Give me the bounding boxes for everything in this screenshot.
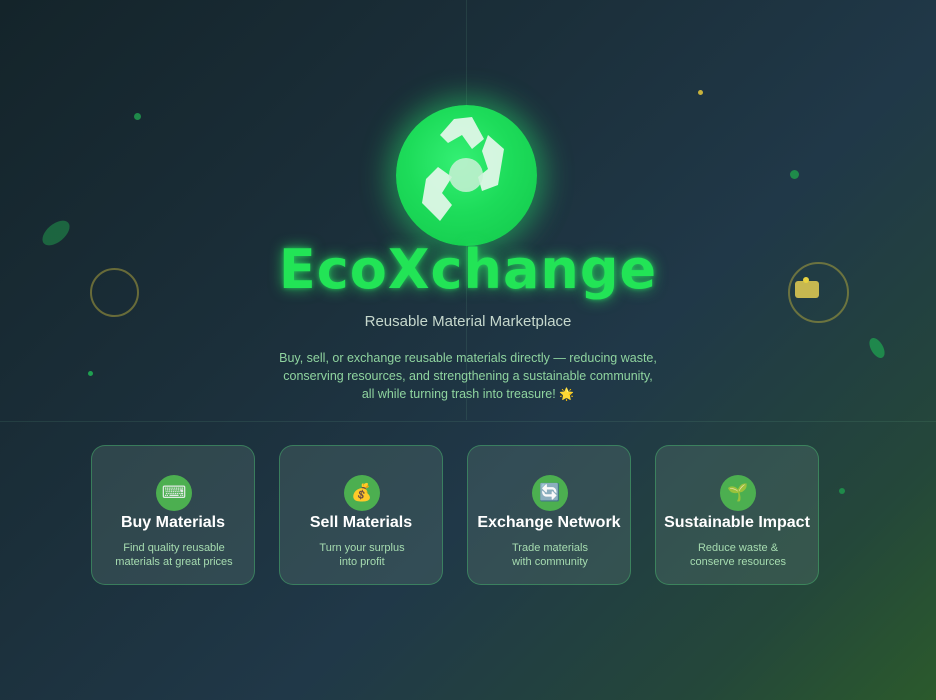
feature-description-line: Reduce waste & bbox=[697, 542, 779, 554]
exchange-arrows-icon: 🔄 bbox=[532, 475, 568, 511]
grid-line-horizontal bbox=[0, 421, 936, 422]
feature-description-line: conserve resources bbox=[690, 556, 786, 568]
feature-title: Exchange Network bbox=[477, 514, 621, 531]
logo bbox=[396, 105, 537, 246]
decor-dot bbox=[698, 90, 703, 95]
description-line: conserving resources, and strengthening … bbox=[283, 369, 653, 383]
feature-description: Trade materials with community bbox=[478, 541, 622, 569]
decor-dot bbox=[790, 170, 799, 179]
recycle-exchange-icon bbox=[422, 117, 504, 221]
decor-dot bbox=[88, 371, 93, 376]
feature-card-buy[interactable]: ⌨ Buy Materials Find quality reusable ma… bbox=[91, 445, 255, 585]
brand-description: Buy, sell, or exchange reusable material… bbox=[248, 349, 688, 403]
feature-title: Sell Materials bbox=[309, 514, 413, 531]
star-icon: 🌟 bbox=[559, 387, 575, 401]
feature-title: Buy Materials bbox=[120, 514, 226, 531]
feature-description-line: materials at great prices bbox=[115, 556, 233, 568]
feature-description-line: Trade materials bbox=[511, 542, 588, 554]
decor-dot bbox=[134, 113, 141, 120]
feature-title: Sustainable Impact bbox=[664, 514, 810, 531]
brand-title: EcoXchange bbox=[278, 238, 658, 301]
seedling-icon: 🌱 bbox=[720, 475, 756, 511]
description-line: all while turning trash into treasure! 🌟 bbox=[248, 385, 688, 403]
feature-card-impact[interactable]: 🌱 Sustainable Impact Reduce waste & cons… bbox=[655, 445, 819, 585]
feature-description: Turn your surplus into profit bbox=[290, 541, 434, 569]
decor-leaf bbox=[866, 335, 888, 361]
money-bag-icon: 💰 bbox=[344, 475, 380, 511]
description-line: Buy, sell, or exchange reusable material… bbox=[279, 351, 657, 365]
brand-subtitle: Reusable Material Marketplace bbox=[364, 313, 572, 330]
feature-description-line: with community bbox=[512, 556, 588, 568]
feature-description-line: into profit bbox=[339, 556, 385, 568]
feature-description-line: Find quality reusable bbox=[123, 542, 225, 554]
feature-description: Reduce waste & conserve resources bbox=[666, 541, 810, 569]
keyboard-icon: ⌨ bbox=[156, 475, 192, 511]
feature-description: Find quality reusable materials at great… bbox=[102, 541, 246, 569]
decor-dot bbox=[839, 488, 845, 494]
feature-card-exchange[interactable]: 🔄 Exchange Network Trade materials with … bbox=[467, 445, 631, 585]
feature-card-sell[interactable]: 💰 Sell Materials Turn your surplus into … bbox=[279, 445, 443, 585]
feature-description-line: Turn your surplus bbox=[319, 542, 405, 554]
description-text: all while turning trash into treasure! bbox=[361, 387, 556, 401]
